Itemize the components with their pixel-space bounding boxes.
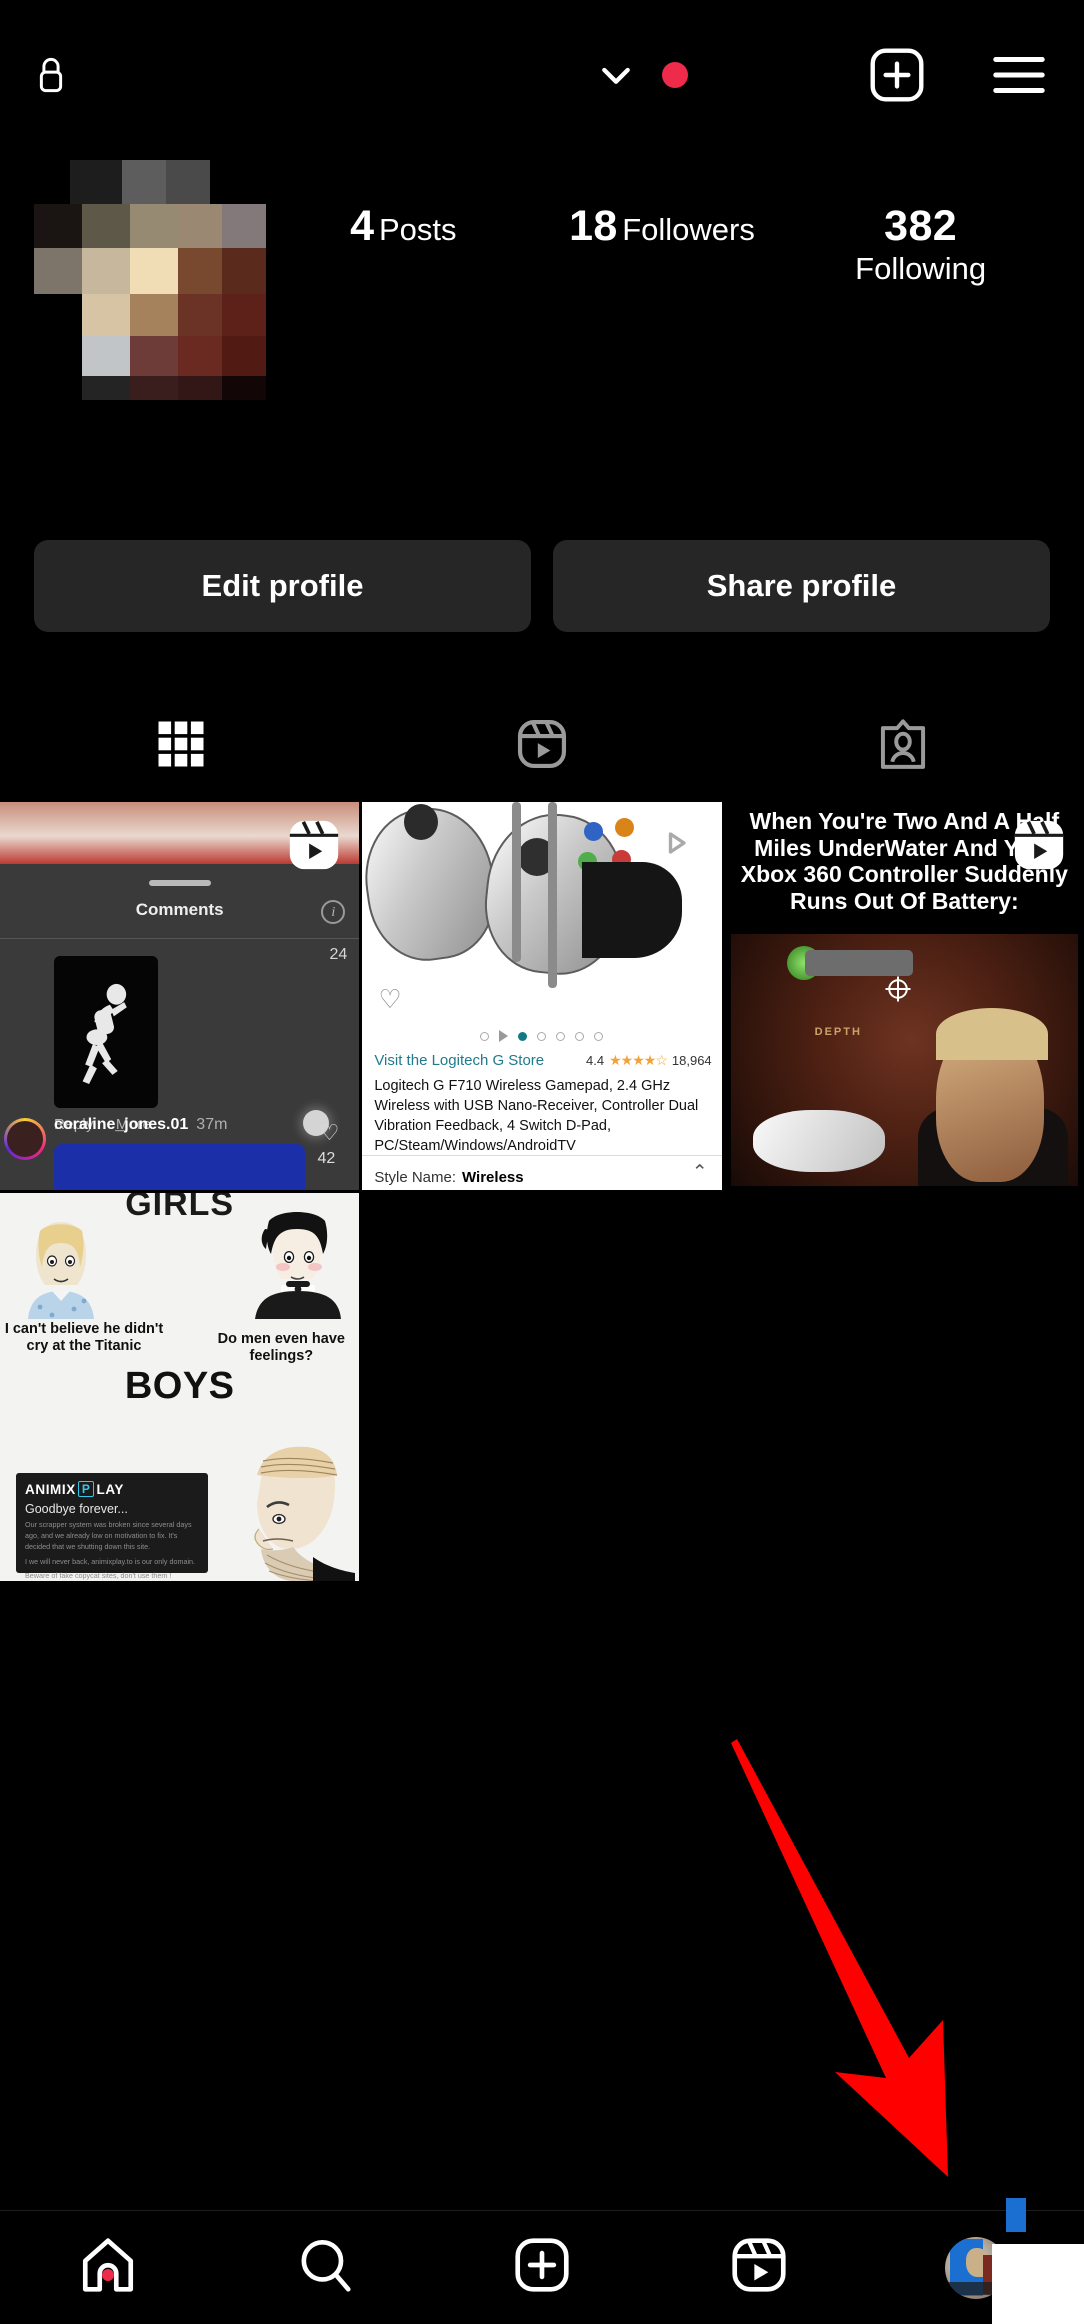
posts-label: Posts <box>378 212 457 247</box>
gamepad-prop <box>752 1110 885 1173</box>
commenter-name[interactable]: coraline_jones.01 37m <box>54 1116 227 1134</box>
stat-posts[interactable]: 4 Posts <box>303 202 503 287</box>
post-grid: Comments i 24 Reply More coraline_jones.… <box>0 802 1084 1582</box>
post-thumbnail[interactable]: When You're Two And A Half Miles UnderWa… <box>724 802 1084 1191</box>
notice-title: Goodbye forever... <box>25 1502 128 1517</box>
person-hair <box>936 1008 1048 1061</box>
store-link[interactable]: Visit the Logitech G Store <box>374 1052 544 1069</box>
profile-header: 4 Posts 18 Followers 382 Following <box>0 160 1084 400</box>
notification-dot <box>662 62 688 88</box>
nav-create[interactable] <box>434 2234 651 2301</box>
meme-left-caption: I can't believe he didn't cry at the Tit… <box>4 1321 164 1355</box>
commenter-avatar <box>4 1118 46 1161</box>
wojak-chad <box>237 1445 356 1582</box>
like-count: 42 <box>317 1150 336 1168</box>
stars-icon: ★★★★☆ <box>609 1052 668 1068</box>
bottom-navigation <box>0 2210 1084 2324</box>
crosshair-icon <box>883 974 913 1004</box>
reels-badge-icon <box>285 816 343 874</box>
rating-value: 4.4 <box>586 1053 605 1068</box>
nav-search[interactable] <box>217 2234 434 2301</box>
chevron-down-icon[interactable] <box>596 55 636 95</box>
style-value: Wireless <box>462 1169 524 1187</box>
heart-icon[interactable]: ♡ <box>320 1120 340 1146</box>
overlay-white-block <box>992 2244 1084 2324</box>
edit-profile-button[interactable]: Edit profile <box>34 540 531 632</box>
bio-redacted <box>262 418 532 498</box>
chevron-up-icon[interactable]: ⌃ <box>692 1161 708 1184</box>
notice-body: Our scrapper system was broken since sev… <box>25 1520 192 1551</box>
avatar[interactable] <box>34 160 274 400</box>
play-badge-icon <box>648 816 706 874</box>
followers-label: Followers <box>622 212 755 247</box>
notice-body-3: Beware of fake copycat sites, don't use … <box>25 1571 172 1581</box>
carousel-dots[interactable] <box>362 1030 721 1042</box>
comments-sheet: Comments i 24 Reply More coraline_jones.… <box>0 864 360 1191</box>
sheet-grabber <box>148 880 211 886</box>
wojak-goth-girl <box>253 1207 342 1320</box>
post-thumbnail[interactable]: Comments i 24 Reply More coraline_jones.… <box>0 802 360 1191</box>
following-count: 382 <box>884 202 958 250</box>
posts-count: 4 <box>350 202 375 250</box>
meme-video-frame: DEPTH <box>730 934 1078 1187</box>
grid-icon <box>154 717 208 771</box>
info-icon: i <box>321 900 346 924</box>
tab-reels[interactable] <box>361 694 722 794</box>
stat-following[interactable]: 382 Following <box>821 202 1021 287</box>
following-label: Following <box>855 251 987 287</box>
top-bar <box>0 0 1084 150</box>
home-icon <box>77 2234 139 2301</box>
comment-media <box>54 1144 306 1191</box>
search-icon <box>294 2234 356 2301</box>
meme-right-caption: Do men even have feelings? <box>217 1331 345 1365</box>
nav-home[interactable] <box>0 2234 217 2301</box>
share-profile-button[interactable]: Share profile <box>553 540 1050 632</box>
profile-stats: 4 Posts 18 Followers 382 Following <box>274 160 1050 287</box>
redacted-bar <box>804 950 913 976</box>
nav-reels[interactable] <box>650 2234 867 2301</box>
new-post-button[interactable] <box>866 44 928 106</box>
meme-header-boys: BOYS <box>124 1365 235 1408</box>
profile-actions: Edit profile Share profile <box>0 540 1084 632</box>
comment-count: 24 <box>329 946 348 963</box>
play-dot-icon <box>499 1030 509 1042</box>
post-thumbnail[interactable]: ♡ Visit the Logitech G Store 4.4 ★★★★☆ 1… <box>362 802 722 1191</box>
reels-icon <box>514 716 570 772</box>
brand-boxed-letter: P <box>77 1481 95 1498</box>
comment-time: 37m <box>196 1116 228 1134</box>
depth-label: DEPTH <box>814 1026 862 1038</box>
post-thumbnail[interactable]: GIRLS I can't believe he didn't cry at t… <box>0 1193 360 1582</box>
tagged-icon <box>875 716 931 772</box>
animixplay-notice: ANIMIX P LAY Goodbye forever... Our scrapp… <box>16 1473 208 1580</box>
brand-name: ANIMIX <box>25 1481 76 1497</box>
lock-icon <box>34 55 68 95</box>
style-label: Style Name: <box>374 1169 457 1187</box>
reels-icon <box>728 2234 790 2301</box>
divider <box>362 1155 722 1157</box>
home-badge-dot <box>102 2269 115 2281</box>
heart-icon[interactable]: ♡ <box>378 984 401 1015</box>
plus-square-icon <box>511 2234 573 2301</box>
divider <box>0 938 360 939</box>
followers-count: 18 <box>569 202 618 250</box>
tab-grid[interactable] <box>0 694 361 794</box>
animixplay-logo: ANIMIX P LAY <box>25 1481 199 1498</box>
annotation-arrow-icon <box>690 1730 990 2180</box>
review-count: 18,964 <box>671 1053 712 1068</box>
product-title: Logitech G F710 Wireless Gamepad, 2.4 GH… <box>374 1078 699 1154</box>
product-rating[interactable]: 4.4 ★★★★☆ 18,964 <box>586 1052 712 1069</box>
profile-tabs <box>0 694 1084 794</box>
brand-tail: LAY <box>96 1481 125 1497</box>
stat-followers[interactable]: 18 Followers <box>562 202 762 287</box>
username-redacted[interactable] <box>94 39 574 111</box>
wojak-blonde-girl <box>22 1215 100 1320</box>
comments-title: Comments <box>135 900 224 919</box>
tab-tagged[interactable] <box>723 694 1084 794</box>
skeleton-gif <box>54 956 158 1108</box>
hamburger-menu-button[interactable] <box>988 44 1050 106</box>
reels-badge-icon <box>1010 816 1068 874</box>
overlay-blue-mark <box>1006 2198 1026 2232</box>
style-row: Style Name: Wireless <box>374 1169 523 1186</box>
notice-body-2: I we will never back, animixplay.to is o… <box>25 1556 196 1566</box>
